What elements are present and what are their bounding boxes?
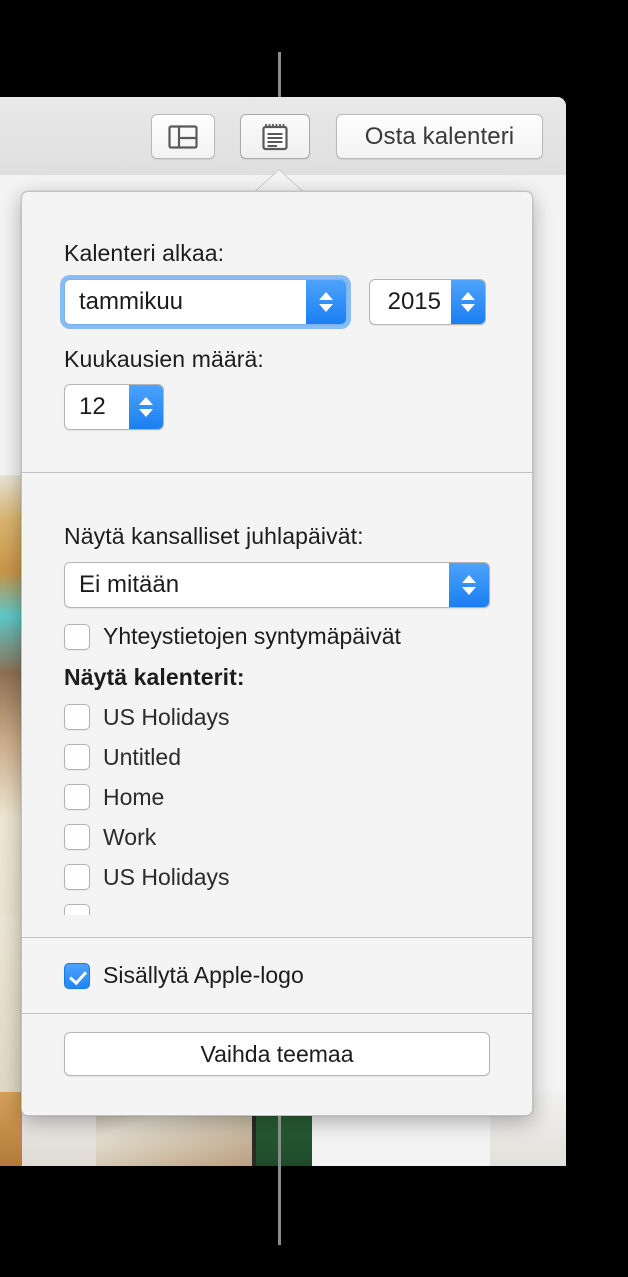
months-count-chevron-icon[interactable] (129, 385, 163, 429)
list-item[interactable]: Work (64, 817, 490, 857)
list-item-clipped[interactable] (64, 897, 490, 915)
start-month-select[interactable]: tammikuu (64, 279, 347, 325)
national-holidays-value: Ei mitään (65, 571, 449, 599)
photo-thumbnail (0, 1092, 22, 1166)
list-item[interactable]: Home (64, 777, 490, 817)
calendar-checkbox[interactable] (64, 824, 90, 850)
list-item[interactable]: Untitled (64, 737, 490, 777)
contacts-birthdays-checkbox[interactable] (64, 624, 90, 650)
screenshot-stage: Osta kalenteri Kalenteri alkaa: (0, 0, 628, 1277)
national-holidays-chevron-icon[interactable] (449, 563, 489, 607)
contacts-birthdays-label: Yhteystietojen syntymäpäivät (103, 623, 401, 650)
list-item[interactable]: US Holidays (64, 857, 490, 897)
national-holidays-label: Näytä kansalliset juhlapäivät: (64, 523, 490, 550)
format-panel-button[interactable] (151, 114, 215, 159)
start-year-value: 2015 (370, 288, 451, 316)
buy-calendar-label: Osta kalenteri (365, 123, 514, 151)
calendar-checkbox[interactable] (64, 744, 90, 770)
calendar-label: Work (103, 824, 156, 851)
calendar-range-section: Kalenteri alkaa: tammikuu 2015 Kuukausie… (22, 192, 532, 430)
start-month-value: tammikuu (65, 288, 306, 316)
apple-logo-checkbox[interactable] (64, 963, 90, 989)
calendar-checkbox[interactable] (64, 704, 90, 730)
months-count-label: Kuukausien määrä: (64, 346, 490, 373)
contacts-birthdays-row[interactable]: Yhteystietojen syntymäpäivät (64, 623, 490, 650)
calendar-label: US Holidays (103, 704, 230, 731)
popover-arrow (255, 170, 303, 192)
start-year-chevron-icon[interactable] (451, 280, 485, 324)
apple-logo-label: Sisällytä Apple-logo (103, 962, 304, 989)
apple-logo-section: Sisällytä Apple-logo (22, 938, 532, 1013)
start-month-chevron-icon[interactable] (306, 280, 346, 324)
calendar-checkbox[interactable] (64, 904, 90, 915)
apple-logo-row[interactable]: Sisällytä Apple-logo (64, 962, 490, 989)
calendar-checkbox[interactable] (64, 784, 90, 810)
months-count-value: 12 (65, 393, 129, 421)
calendar-checkbox[interactable] (64, 864, 90, 890)
change-theme-section: Vaihda teemaa (22, 1014, 532, 1076)
format-panel-icon (168, 125, 198, 149)
calendar-label: Untitled (103, 744, 181, 771)
calendar-label: US Holidays (103, 864, 230, 891)
buy-calendar-button[interactable]: Osta kalenteri (336, 114, 543, 159)
document-panel-icon (260, 122, 290, 152)
document-panel-button[interactable] (240, 114, 310, 159)
holidays-section: Näytä kansalliset juhlapäivät: Ei mitään… (22, 473, 532, 691)
calendar-checkbox-list[interactable]: US Holidays Untitled Home Work US Holida… (22, 697, 532, 915)
months-count-stepper[interactable]: 12 (64, 384, 164, 430)
calendar-start-label: Kalenteri alkaa: (64, 240, 490, 267)
national-holidays-select[interactable]: Ei mitään (64, 562, 490, 608)
change-theme-button[interactable]: Vaihda teemaa (64, 1032, 490, 1076)
start-year-stepper[interactable]: 2015 (369, 279, 486, 325)
show-calendars-label: Näytä kalenterit: (64, 664, 490, 691)
callout-leader-line-bottom (278, 1116, 281, 1245)
calendar-settings-popover: Kalenteri alkaa: tammikuu 2015 Kuukausie… (21, 191, 533, 1116)
list-item[interactable]: US Holidays (64, 697, 490, 737)
toolbar: Osta kalenteri (0, 97, 566, 176)
calendar-label: Home (103, 784, 164, 811)
